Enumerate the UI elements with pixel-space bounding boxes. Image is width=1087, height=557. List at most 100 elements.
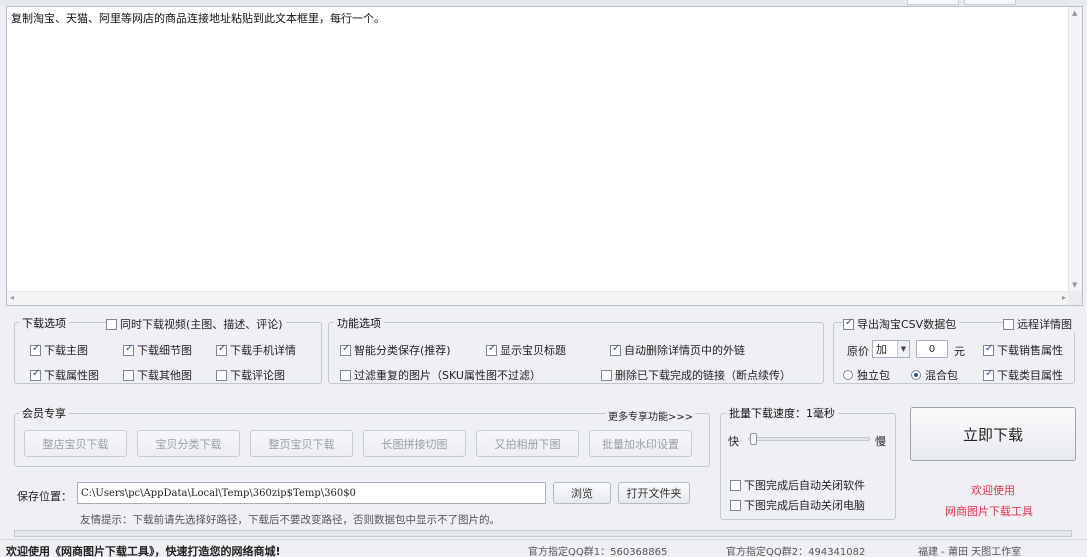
status-company: 福建 - 莆田 天图工作室 [918,547,1022,557]
delete-downloaded-box[interactable] [601,369,612,381]
save-path-input[interactable]: C:\Users\pc\AppData\Local\Temp\360zip$Te… [77,482,546,504]
shop-download-button[interactable]: 整店宝贝下载 [24,430,127,457]
category-attr-checkbox[interactable]: 下载类目属性 [983,367,1063,383]
price-operator-value: 加 [876,343,887,356]
export-csv-box[interactable] [843,317,854,330]
toolbar-button-2[interactable] [964,0,1016,5]
mobile-detail-checkbox[interactable]: 下载手机详情 [216,342,296,358]
welcome-line-2: 网商图片下载工具 [945,505,1033,518]
price-value-input[interactable]: 0 [916,340,948,358]
review-image-box[interactable] [216,369,227,381]
mobile-detail-label: 下载手机详情 [230,344,296,357]
auto-remove-links-box[interactable] [610,343,621,356]
sync-video-box[interactable] [106,318,117,330]
show-title-label: 显示宝贝标题 [500,344,566,357]
price-operator-select[interactable]: 加 ▼ [872,340,910,358]
show-title-checkbox[interactable]: 显示宝贝标题 [486,342,566,358]
welcome-line-1: 欢迎使用 [971,484,1015,497]
combined-pkg-dot[interactable] [911,370,921,380]
close-software-checkbox[interactable]: 下图完成后自动关闭软件 [730,477,865,493]
show-title-box[interactable] [486,343,497,356]
filter-duplicates-checkbox[interactable]: 过滤重复的图片（SKU属性图不过滤） [340,367,541,383]
browse-button[interactable]: 浏览 [553,482,611,504]
youpai-album-button[interactable]: 又拍相册下图 [476,430,579,457]
other-image-box[interactable] [123,369,134,381]
attr-image-label: 下载属性图 [44,369,99,382]
category-attr-box[interactable] [983,368,994,381]
smart-sort-label: 智能分类保存(推荐) [354,344,451,357]
price-unit: 元 [954,345,965,358]
remote-detail-checkbox[interactable]: 远程详情图 [1003,316,1075,332]
scroll-right-arrow-icon[interactable]: ▸ [1062,293,1066,302]
other-image-label: 下载其他图 [137,369,192,382]
shutdown-box[interactable] [730,499,741,511]
other-image-checkbox[interactable]: 下载其他图 [123,367,192,383]
speed-slow-label: 慢 [875,435,886,448]
smart-sort-checkbox[interactable]: 智能分类保存(推荐) [340,342,451,358]
status-qq-group-1: 官方指定QQ群1：560368865 [528,547,668,557]
speed-fast-label: 快 [728,435,739,448]
download-progress-bar [14,530,1072,537]
auto-remove-links-checkbox[interactable]: 自动删除详情页中的外链 [610,342,745,358]
scroll-down-arrow-icon[interactable]: ▼ [1072,281,1077,289]
smart-sort-box[interactable] [340,343,351,356]
url-input-area[interactable]: 复制淘宝、天猫、阿里等网店的商品连接地址粘贴到此文本框里，每行一个。 ▲ ▼ ◂… [6,6,1083,306]
combined-pkg-label: 混合包 [925,369,958,382]
save-tip: 友情提示：下载前请先选择好路径，下载后不要改变路径，否则数据包中显示不了图片的。 [80,514,500,526]
review-image-label: 下载评论图 [230,369,285,382]
combined-pkg-radio[interactable]: 混合包 [911,367,958,383]
sales-attr-checkbox[interactable]: 下载销售属性 [983,342,1063,358]
scroll-left-arrow-icon[interactable]: ◂ [10,293,14,302]
export-csv-checkbox[interactable]: 导出淘宝CSV数据包 [843,316,960,332]
sales-attr-box[interactable] [983,343,994,356]
url-input-placeholder: 复制淘宝、天猫、阿里等网店的商品连接地址粘贴到此文本框里，每行一个。 [11,12,385,25]
shutdown-checkbox[interactable]: 下图完成后自动关闭电脑 [730,497,865,513]
sales-attr-label: 下载销售属性 [997,344,1063,357]
main-image-checkbox[interactable]: 下载主图 [30,342,88,358]
auto-remove-links-label: 自动删除详情页中的外链 [624,344,745,357]
delete-downloaded-checkbox[interactable]: 删除已下载完成的链接（断点续传） [601,367,791,383]
remote-detail-box[interactable] [1003,318,1014,330]
speed-slider-track[interactable] [748,437,870,441]
detail-image-label: 下载细节图 [137,344,192,357]
open-folder-button[interactable]: 打开文件夹 [618,482,690,504]
download-now-button[interactable]: 立即下载 [910,407,1076,461]
status-welcome: 欢迎使用《网商图片下载工具》，快速打造您的网络商城! [6,545,281,557]
save-location-label: 保存位置： [17,490,72,503]
remote-detail-label: 远程详情图 [1017,318,1072,331]
filter-duplicates-label: 过滤重复的图片（SKU属性图不过滤） [354,369,541,382]
speed-slider-thumb[interactable] [750,433,757,445]
category-attr-label: 下载类目属性 [997,369,1063,382]
long-image-button[interactable]: 长图拼接切图 [363,430,466,457]
category-download-button[interactable]: 宝贝分类下载 [137,430,240,457]
horizontal-scrollbar[interactable]: ◂ ▸ [7,291,1069,305]
watermark-button[interactable]: 批量加水印设置 [589,430,692,457]
attr-image-box[interactable] [30,368,41,381]
review-image-checkbox[interactable]: 下载评论图 [216,367,285,383]
vertical-scrollbar[interactable]: ▲ ▼ [1068,7,1082,291]
scroll-corner [1068,291,1082,305]
scroll-up-arrow-icon[interactable]: ▲ [1072,9,1077,17]
more-features-link[interactable]: 更多专享功能>>> [606,408,696,423]
standalone-pkg-dot[interactable] [843,370,853,380]
standalone-pkg-label: 独立包 [857,369,890,382]
price-label: 原价 [847,345,869,358]
filter-duplicates-box[interactable] [340,369,351,381]
feature-options-legend: 功能选项 [334,315,384,331]
page-download-button[interactable]: 整页宝贝下载 [250,430,353,457]
sync-video-label: 同时下载视频(主图、描述、评论) [120,318,283,331]
attr-image-checkbox[interactable]: 下载属性图 [30,367,99,383]
close-software-box[interactable] [730,479,741,491]
main-image-box[interactable] [30,343,41,356]
mobile-detail-box[interactable] [216,343,227,356]
detail-image-box[interactable] [123,343,134,356]
export-csv-label: 导出淘宝CSV数据包 [857,318,957,331]
status-bar: 欢迎使用《网商图片下载工具》，快速打造您的网络商城! 官方指定QQ群1：5603… [0,539,1087,557]
toolbar-button-1[interactable] [907,0,959,5]
status-qq-group-2: 官方指定QQ群2：494341082 [726,547,866,557]
chevron-down-icon[interactable]: ▼ [897,341,909,357]
sync-video-checkbox[interactable]: 同时下载视频(主图、描述、评论) [106,316,286,332]
detail-image-checkbox[interactable]: 下载细节图 [123,342,192,358]
close-software-label: 下图完成后自动关闭软件 [744,479,865,492]
standalone-pkg-radio[interactable]: 独立包 [843,367,890,383]
